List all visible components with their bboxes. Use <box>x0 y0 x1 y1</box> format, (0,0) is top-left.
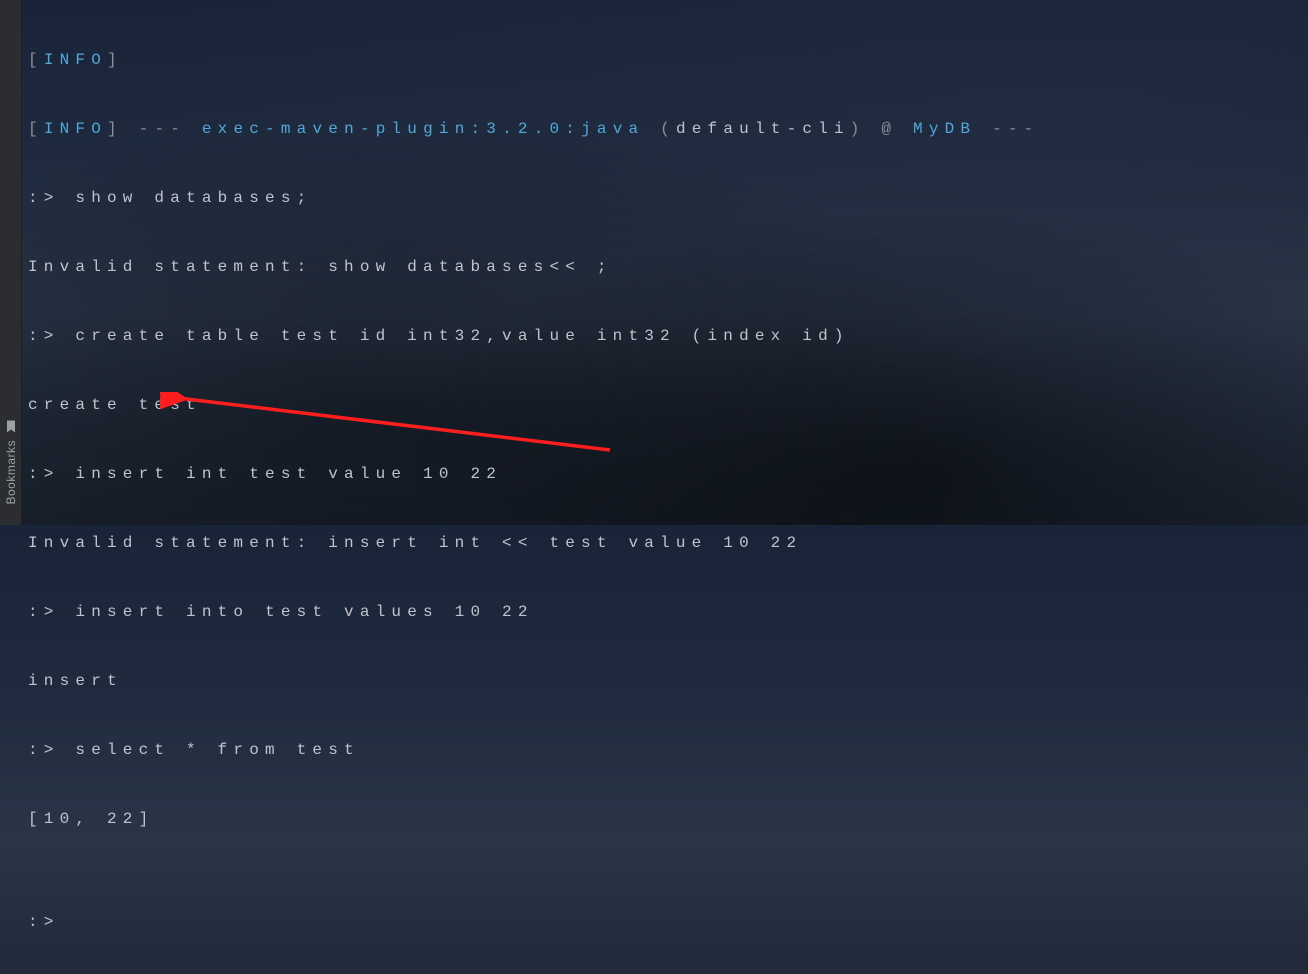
side-toolbar: Bookmarks <box>0 0 22 525</box>
out-line: :> show databases; <box>28 181 1298 216</box>
log-line-2: [INFO] --- exec-maven-plugin:3.2.0:java … <box>28 112 1298 147</box>
log-level: INFO <box>44 120 107 138</box>
prompt-line[interactable]: :> <box>28 905 1298 940</box>
out-line: :> select * from test <box>28 733 1298 768</box>
maven-goal: exec-maven-plugin:3.2.0:java <box>202 120 644 138</box>
out-line: Invalid statement: insert int << test va… <box>28 526 1298 561</box>
log-line-1: [INFO] <box>28 43 1298 78</box>
bookmarks-tab[interactable]: Bookmarks <box>4 420 18 505</box>
out-line: :> insert int test value 10 22 <box>28 457 1298 492</box>
bookmark-icon <box>5 420 17 434</box>
log-level: INFO <box>44 51 107 69</box>
out-line: Invalid statement: show databases<< ; <box>28 250 1298 285</box>
maven-profile: default-cli <box>676 120 850 138</box>
terminal-output[interactable]: [INFO] [INFO] --- exec-maven-plugin:3.2.… <box>28 8 1298 517</box>
bookmarks-label: Bookmarks <box>4 440 18 505</box>
out-line: [10, 22] <box>28 802 1298 837</box>
out-line: insert <box>28 664 1298 699</box>
out-line: create test <box>28 388 1298 423</box>
out-line: :> create table test id int32,value int3… <box>28 319 1298 354</box>
project-name: MyDB <box>913 120 976 138</box>
out-line: :> insert into test values 10 22 <box>28 595 1298 630</box>
